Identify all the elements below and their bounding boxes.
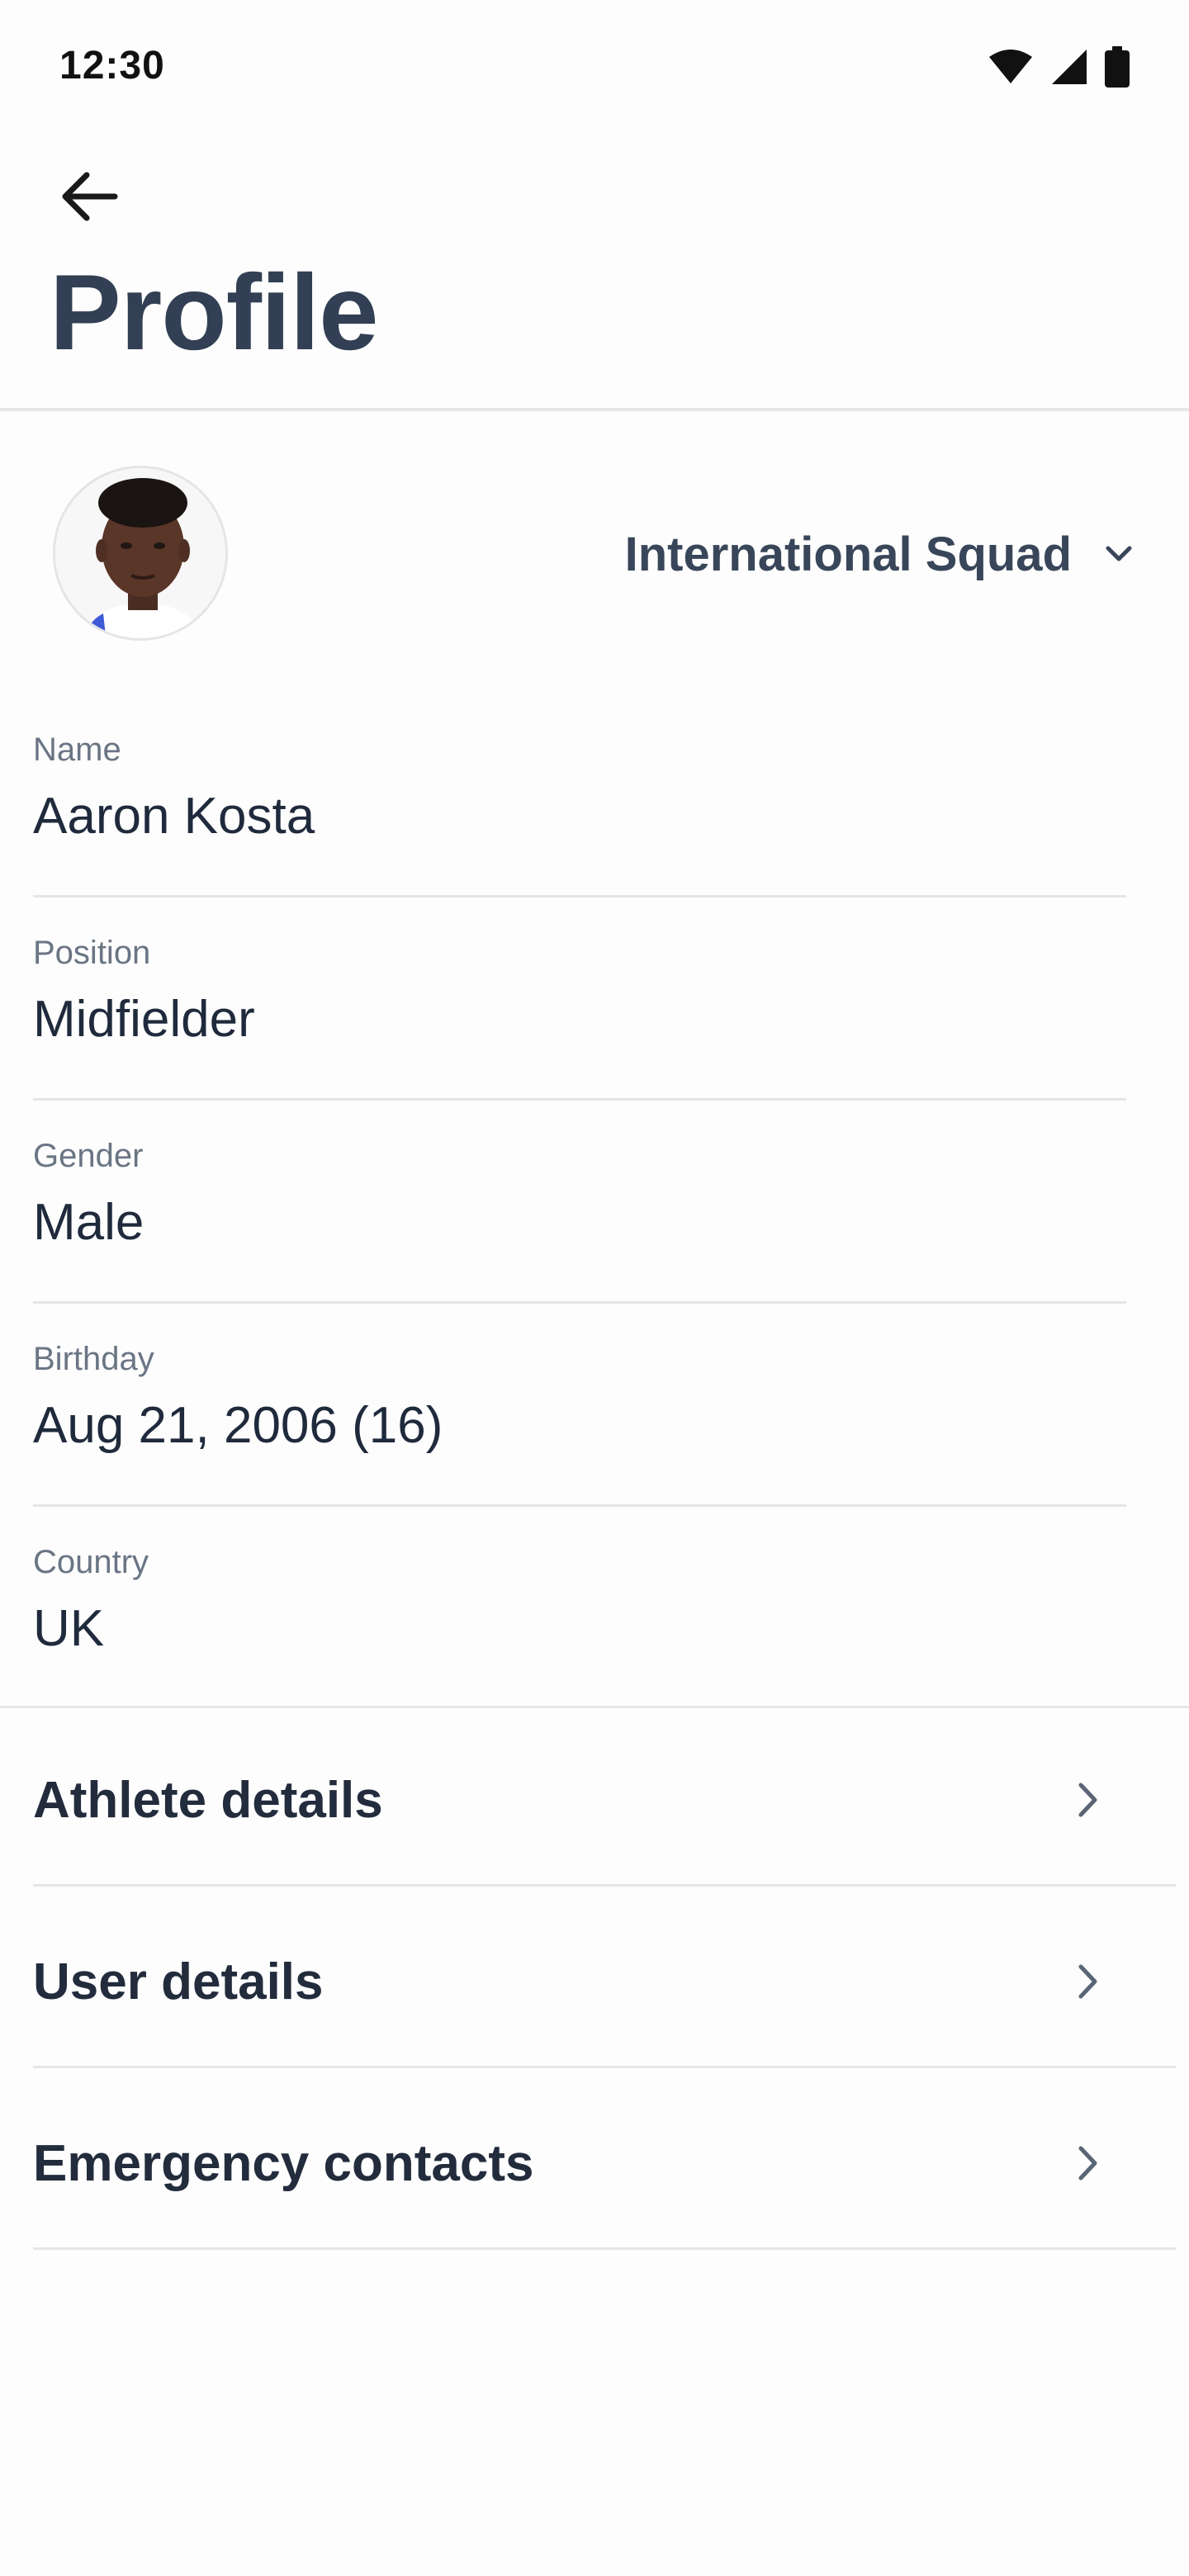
chevron-right-icon: [1078, 1964, 1097, 1999]
field-value: Male: [33, 1194, 144, 1251]
arrow-left-icon: [62, 172, 118, 221]
field-value: Aaron Kosta: [33, 788, 315, 845]
gender-field: Gender Male: [33, 1138, 1126, 1252]
battery-icon: [1105, 46, 1130, 88]
name-field: Name Aaron Kosta: [33, 732, 1126, 845]
back-button[interactable]: [50, 162, 129, 231]
field-divider: [33, 895, 1126, 897]
field-value: Aug 21, 2006 (16): [33, 1397, 443, 1454]
section-divider: [0, 1706, 1189, 1708]
nav-row-label: User details: [33, 1953, 324, 2010]
signal-icon: [1052, 50, 1087, 84]
squad-label: International Squad: [624, 527, 1072, 581]
header-divider: [0, 408, 1189, 411]
user-details-row[interactable]: User details: [33, 1892, 1136, 2071]
row-divider: [33, 2066, 1176, 2068]
squad-selector[interactable]: International Squad: [625, 517, 1133, 591]
avatar[interactable]: [53, 466, 228, 641]
nav-row-label: Emergency contacts: [33, 2134, 534, 2192]
status-bar: 12:30: [0, 0, 1189, 132]
field-label: Country: [33, 1544, 149, 1580]
row-divider: [33, 2247, 1176, 2250]
field-divider: [33, 1301, 1126, 1304]
chevron-right-icon: [1078, 2146, 1097, 2181]
nav-row-label: Athlete details: [33, 1771, 383, 1829]
field-divider: [33, 1098, 1126, 1101]
field-value: Midfielder: [33, 991, 255, 1048]
wifi-icon: [989, 50, 1032, 83]
country-field: Country UK: [33, 1544, 1126, 1658]
emergency-contacts-row[interactable]: Emergency contacts: [33, 2074, 1136, 2252]
status-icons: [988, 46, 1130, 88]
position-field: Position Midfielder: [33, 935, 1126, 1049]
status-time: 12:30: [59, 44, 165, 88]
athlete-photo: [55, 468, 225, 638]
field-label: Position: [33, 935, 151, 971]
row-divider: [33, 1884, 1176, 1887]
profile-screen: 12:30 Profile International Squad Name A…: [0, 0, 1189, 2576]
field-divider: [33, 1504, 1126, 1507]
athlete-details-row[interactable]: Athlete details: [33, 1711, 1136, 1889]
field-value: UK: [33, 1600, 105, 1657]
birthday-field: Birthday Aug 21, 2006 (16): [33, 1341, 1126, 1455]
field-label: Gender: [33, 1138, 144, 1174]
field-label: Name: [33, 732, 121, 768]
chevron-down-icon: [1106, 546, 1132, 561]
field-label: Birthday: [33, 1341, 154, 1377]
chevron-right-icon: [1078, 1783, 1097, 1817]
page-title: Profile: [50, 252, 379, 372]
